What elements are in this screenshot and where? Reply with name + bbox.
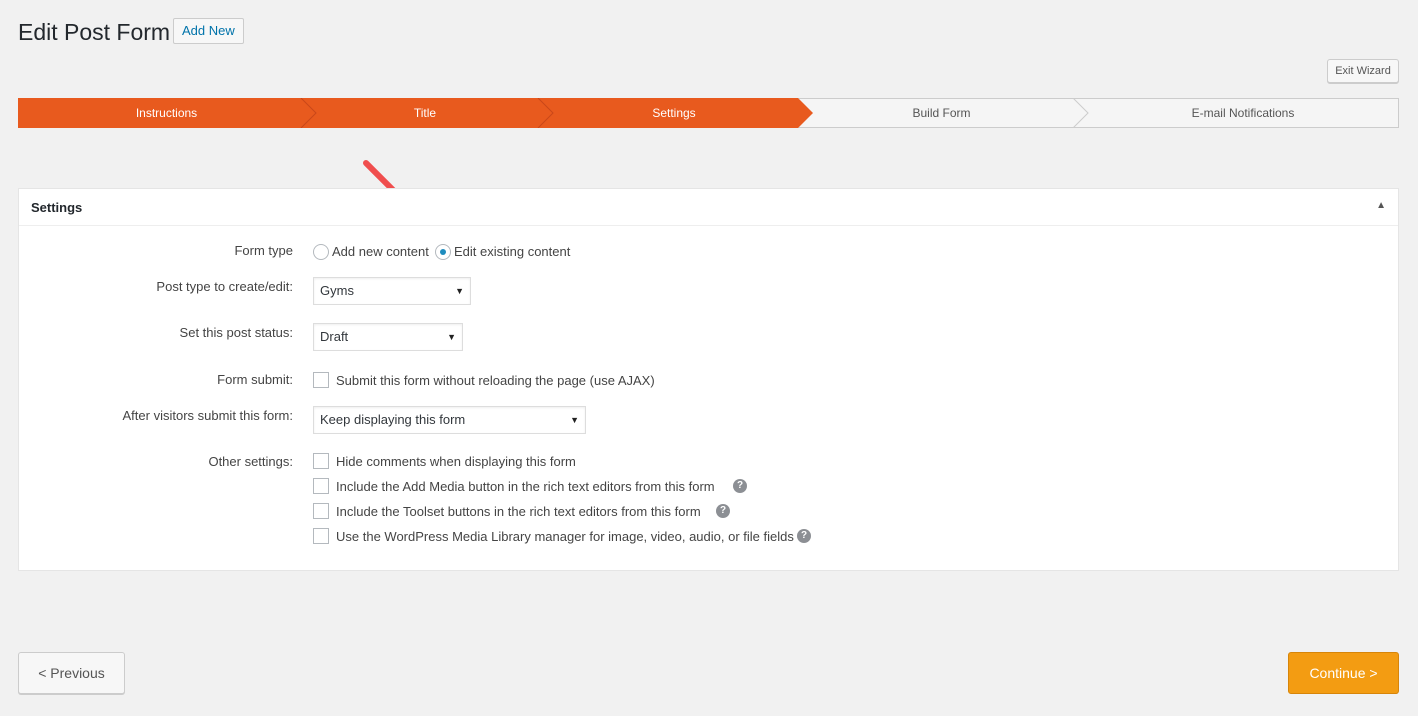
form-submit-label: Form submit: [217,372,293,387]
radio-edit-existing-content-label[interactable]: Edit existing content [454,244,570,259]
help-icon[interactable]: ? [797,529,811,543]
chevron-down-icon: ▼ [455,286,464,296]
add-media-button-checkbox[interactable] [313,478,329,494]
after-submit-select[interactable]: Keep displaying this form ▼ [313,406,586,434]
media-library-checkbox-label[interactable]: Use the WordPress Media Library manager … [336,529,794,544]
continue-button[interactable]: Continue > [1288,652,1399,694]
form-type-label: Form type [234,243,293,258]
previous-button[interactable]: < Previous [18,652,125,694]
settings-panel-header[interactable]: Settings ▲ [19,189,1398,226]
post-status-select[interactable]: Draft ▼ [313,323,463,351]
after-submit-select-value: Keep displaying this form [320,412,466,427]
wizard-steps: Instructions Title Settings Build Form E… [18,98,1399,128]
exit-wizard-button[interactable]: Exit Wizard [1327,59,1399,83]
post-type-select-value: Gyms [320,283,354,298]
other-settings-label: Other settings: [208,454,293,469]
settings-panel: Settings ▲ Form type Add new content Edi… [18,188,1399,571]
post-status-label: Set this post status: [179,325,293,340]
radio-add-new-content-label[interactable]: Add new content [332,244,429,259]
wizard-step-title[interactable]: Title [315,98,535,128]
wizard-step-build-form[interactable]: Build Form [813,98,1070,128]
page-title: Edit Post Form [18,19,171,45]
radio-add-new-content[interactable] [313,244,329,260]
hide-comments-checkbox-label[interactable]: Hide comments when displaying this form [336,454,576,469]
chevron-down-icon: ▼ [570,415,579,425]
media-library-checkbox[interactable] [313,528,329,544]
ajax-submit-checkbox[interactable] [313,372,329,388]
triangle-up-icon[interactable]: ▲ [1376,200,1386,211]
toolset-buttons-checkbox[interactable] [313,503,329,519]
add-media-button-checkbox-label[interactable]: Include the Add Media button in the rich… [336,479,715,494]
post-status-select-value: Draft [320,329,349,344]
wizard-step-email-notifications[interactable]: E-mail Notifications [1088,98,1398,128]
settings-panel-title: Settings [31,200,83,215]
radio-edit-existing-content[interactable] [435,244,451,260]
after-submit-label: After visitors submit this form: [122,408,293,423]
ajax-submit-checkbox-label[interactable]: Submit this form without reloading the p… [336,373,655,388]
wizard-step-settings[interactable]: Settings [553,98,795,128]
toolset-buttons-checkbox-label[interactable]: Include the Toolset buttons in the rich … [336,504,701,519]
add-new-button[interactable]: Add New [173,18,244,44]
help-icon[interactable]: ? [733,479,747,493]
chevron-down-icon: ▼ [447,332,456,342]
post-type-label: Post type to create/edit: [156,279,293,294]
help-icon[interactable]: ? [716,504,730,518]
post-type-select[interactable]: Gyms ▼ [313,277,471,305]
wizard-step-instructions[interactable]: Instructions [18,98,315,128]
hide-comments-checkbox[interactable] [313,453,329,469]
